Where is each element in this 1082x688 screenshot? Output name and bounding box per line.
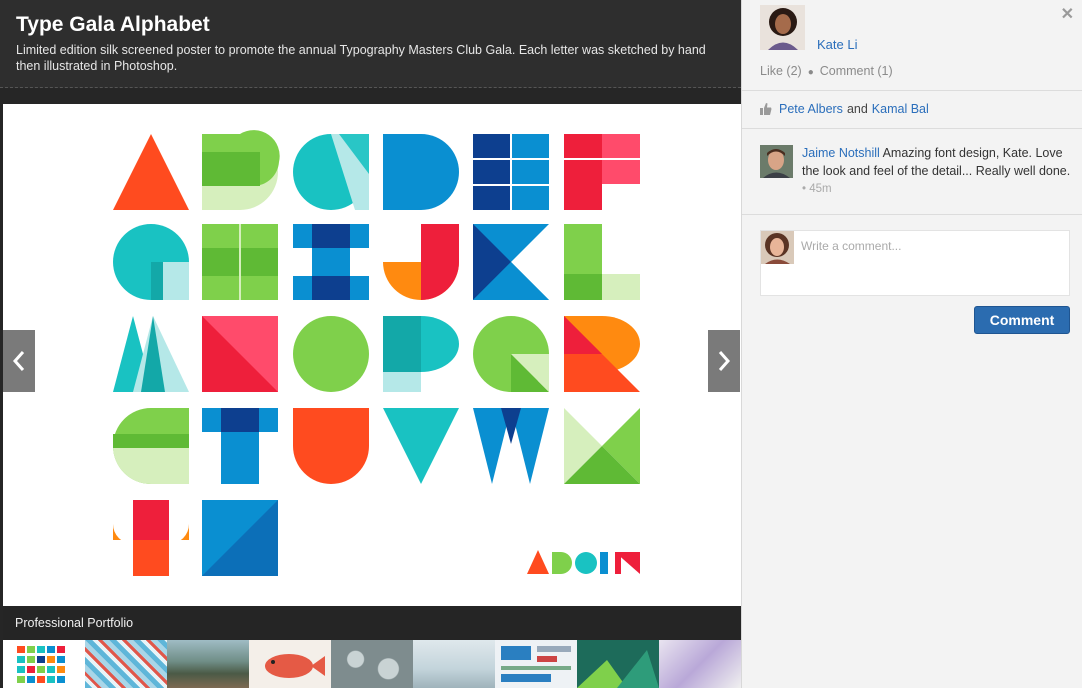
portfolio-thumbnail-6[interactable] (413, 640, 495, 688)
image-stage (3, 104, 741, 606)
comment-input[interactable] (801, 239, 1063, 289)
portfolio-title-bar: Professional Portfolio (3, 606, 741, 640)
close-icon: ✕ (1060, 6, 1074, 23)
details-sidebar: ✕ Kate Li Like (2) ● Comment (1) Pete Albe… (741, 0, 1082, 688)
comment-body: Jaime Notshill Amazing font design, Kate… (802, 145, 1074, 199)
separator-dot: ● (807, 67, 814, 78)
divider (742, 90, 1082, 91)
likes-summary: Pete Albers and Kamal Bal (760, 102, 929, 116)
commenter-avatar[interactable] (760, 145, 793, 178)
likes-joiner: and (846, 102, 868, 116)
comment-timestamp: • 45m (802, 183, 832, 195)
comment-compose-box (760, 230, 1070, 296)
portfolio-thumbnail-strip (3, 640, 741, 688)
author-name-link[interactable]: Kate Li (817, 37, 857, 52)
poster-image (113, 130, 640, 576)
commenter-name-link[interactable]: Jaime Notshill (802, 146, 880, 160)
portfolio-thumbnail-8[interactable] (577, 640, 659, 688)
chevron-left-icon (12, 351, 25, 371)
project-title: Type Gala Alphabet (16, 13, 210, 36)
portfolio-thumbnail-2[interactable] (85, 640, 167, 688)
project-description: Limited edition silk screened poster to … (16, 43, 706, 73)
previous-image-button[interactable] (3, 330, 35, 392)
chevron-right-icon (718, 351, 731, 371)
portfolio-thumbnail-3[interactable] (167, 640, 249, 688)
post-actions: Like (2) ● Comment (1) (760, 64, 893, 78)
divider (742, 214, 1082, 215)
portfolio-thumbnail-5[interactable] (331, 640, 413, 688)
close-button[interactable]: ✕ (1061, 4, 1074, 24)
portfolio-label: Professional Portfolio (15, 616, 134, 630)
like-link[interactable]: Like (2) (760, 64, 802, 78)
next-image-button[interactable] (708, 330, 740, 392)
portfolio-thumbnail-9[interactable] (659, 640, 741, 688)
comment-time-value: 45m (809, 183, 832, 195)
liker-link-1[interactable]: Pete Albers (779, 102, 843, 116)
comment-submit-button[interactable]: Comment (974, 306, 1070, 334)
project-header: Type Gala Alphabet Limited edition silk … (0, 0, 741, 88)
author-avatar[interactable] (760, 5, 805, 50)
portfolio-thumbnail-7[interactable] (495, 640, 577, 688)
comment-link[interactable]: Comment (1) (820, 64, 893, 78)
liker-link-2[interactable]: Kamal Bal (872, 102, 929, 116)
divider (742, 128, 1082, 129)
current-user-avatar (761, 231, 794, 264)
portfolio-thumbnail-1[interactable] (3, 640, 85, 688)
thumbs-up-icon (760, 103, 772, 115)
viewer-panel: Type Gala Alphabet Limited edition silk … (0, 0, 741, 688)
portfolio-thumbnail-4[interactable] (249, 640, 331, 688)
